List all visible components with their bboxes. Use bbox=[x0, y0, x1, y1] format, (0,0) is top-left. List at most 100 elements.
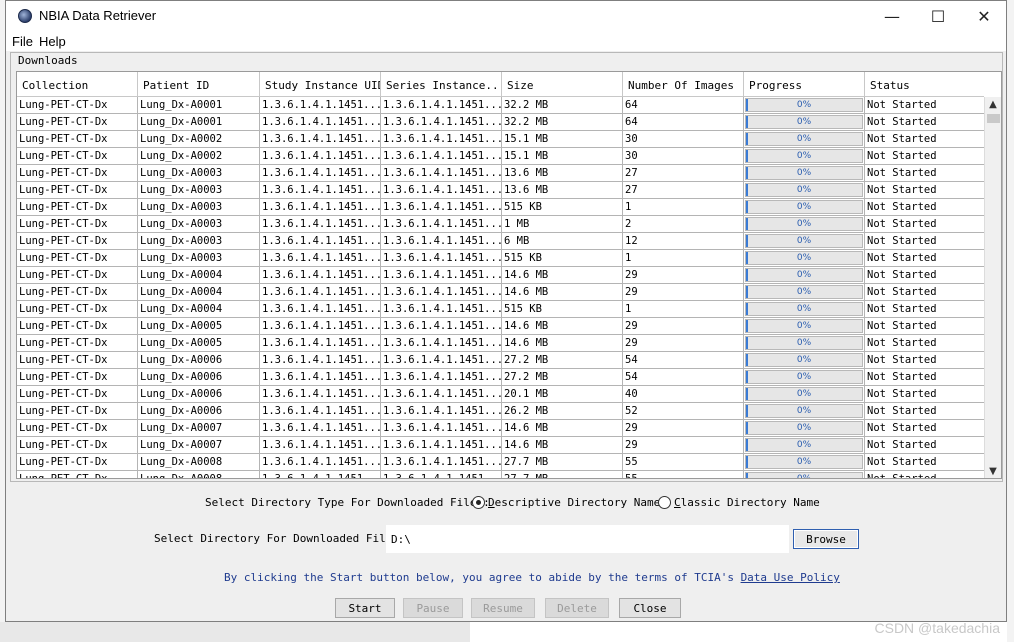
column-header-collection[interactable]: Collection bbox=[17, 72, 138, 97]
data-use-policy-link[interactable]: Data Use Policy bbox=[741, 571, 840, 584]
table-row[interactable]: Lung-PET-CT-Dx Lung_Dx-A0006 1.3.6.1.4.1.1… bbox=[17, 403, 985, 420]
cell-study: 1.3.6.1.4.1.1451... bbox=[260, 420, 381, 437]
table-row[interactable]: Lung-PET-CT-Dx Lung_Dx-A0006 1.3.6.1.4.1.1… bbox=[17, 369, 985, 386]
cell-study: 1.3.6.1.4.1.1451... bbox=[260, 454, 381, 471]
resume-button[interactable]: Resume bbox=[471, 598, 535, 618]
progress-bar: 0% bbox=[745, 455, 863, 469]
cell-status: Not Started bbox=[865, 335, 985, 352]
table-row[interactable]: Lung-PET-CT-Dx Lung_Dx-A0003 1.3.6.1.4.1.1… bbox=[17, 233, 985, 250]
cell-status: Not Started bbox=[865, 403, 985, 420]
table-row[interactable]: Lung-PET-CT-Dx Lung_Dx-A0007 1.3.6.1.4.1.1… bbox=[17, 437, 985, 454]
cell-collection: Lung-PET-CT-Dx bbox=[17, 182, 138, 199]
cell-status: Not Started bbox=[865, 199, 985, 216]
table-row[interactable]: Lung-PET-CT-Dx Lung_Dx-A0007 1.3.6.1.4.1.1… bbox=[17, 420, 985, 437]
cell-collection: Lung-PET-CT-Dx bbox=[17, 114, 138, 131]
progress-percent: 0% bbox=[796, 168, 812, 178]
pause-button[interactable]: Pause bbox=[403, 598, 463, 618]
radio-descriptive-directory[interactable] bbox=[472, 496, 485, 509]
table-row[interactable]: Lung-PET-CT-Dx Lung_Dx-A0001 1.3.6.1.4.1.1… bbox=[17, 97, 985, 114]
cell-size: 14.6 MB bbox=[502, 420, 623, 437]
delete-button[interactable]: Delete bbox=[545, 598, 609, 618]
progress-percent: 0% bbox=[796, 219, 812, 229]
table-row[interactable]: Lung-PET-CT-Dx Lung_Dx-A0006 1.3.6.1.4.1.1… bbox=[17, 386, 985, 403]
column-header-progress[interactable]: Progress bbox=[744, 72, 865, 97]
progress-bar: 0% bbox=[745, 302, 863, 316]
table-row[interactable]: Lung-PET-CT-Dx Lung_Dx-A0005 1.3.6.1.4.1.1… bbox=[17, 335, 985, 352]
table-row[interactable]: Lung-PET-CT-Dx Lung_Dx-A0002 1.3.6.1.4.1.1… bbox=[17, 148, 985, 165]
radio-descriptive-label[interactable]: Descriptive Directory Name bbox=[488, 496, 660, 509]
cell-images: 52 bbox=[623, 403, 744, 420]
progress-percent: 0% bbox=[796, 100, 812, 110]
downloads-panel: Downloads Collection Patient ID Study In… bbox=[10, 52, 1003, 482]
cell-patient: Lung_Dx-A0006 bbox=[138, 352, 260, 369]
radio-classic-directory[interactable] bbox=[658, 496, 671, 509]
column-header-size[interactable]: Size bbox=[502, 72, 623, 97]
cell-study: 1.3.6.1.4.1.1451... bbox=[260, 403, 381, 420]
table-row[interactable]: Lung-PET-CT-Dx Lung_Dx-A0004 1.3.6.1.4.1.1… bbox=[17, 284, 985, 301]
menu-help[interactable]: Help bbox=[39, 34, 66, 49]
vertical-scrollbar[interactable]: ▲ ▼ bbox=[984, 97, 1001, 478]
table-row[interactable]: Lung-PET-CT-Dx Lung_Dx-A0004 1.3.6.1.4.1.1… bbox=[17, 301, 985, 318]
table-row[interactable]: Lung-PET-CT-Dx Lung_Dx-A0003 1.3.6.1.4.1.1… bbox=[17, 216, 985, 233]
window-title: NBIA Data Retriever bbox=[39, 8, 157, 23]
scroll-thumb[interactable] bbox=[987, 114, 1000, 123]
progress-bar: 0% bbox=[745, 166, 863, 180]
cell-patient: Lung_Dx-A0003 bbox=[138, 199, 260, 216]
background-app-strip bbox=[1007, 0, 1014, 642]
progress-percent: 0% bbox=[796, 338, 812, 348]
column-header-study-uid[interactable]: Study Instance UID bbox=[260, 72, 381, 97]
cell-size: 14.6 MB bbox=[502, 437, 623, 454]
cell-size: 1 MB bbox=[502, 216, 623, 233]
table-row[interactable]: Lung-PET-CT-Dx Lung_Dx-A0002 1.3.6.1.4.1.1… bbox=[17, 131, 985, 148]
progress-percent: 0% bbox=[796, 406, 812, 416]
cell-status: Not Started bbox=[865, 318, 985, 335]
table-row[interactable]: Lung-PET-CT-Dx Lung_Dx-A0008 1.3.6.1.4.1.1… bbox=[17, 454, 985, 471]
table-row[interactable]: Lung-PET-CT-Dx Lung_Dx-A0004 1.3.6.1.4.1.1… bbox=[17, 267, 985, 284]
agreement-text: By clicking the Start button below, you … bbox=[224, 571, 840, 584]
maximize-button[interactable]: ☐ bbox=[915, 1, 961, 31]
scroll-up-arrow-icon[interactable]: ▲ bbox=[985, 97, 1001, 113]
cell-status: Not Started bbox=[865, 165, 985, 182]
column-header-status[interactable]: Status bbox=[865, 72, 985, 97]
table-row[interactable]: Lung-PET-CT-Dx Lung_Dx-A0003 1.3.6.1.4.1.1… bbox=[17, 199, 985, 216]
table-row[interactable]: Lung-PET-CT-Dx Lung_Dx-A0006 1.3.6.1.4.1.1… bbox=[17, 352, 985, 369]
cell-images: 54 bbox=[623, 352, 744, 369]
scroll-down-arrow-icon[interactable]: ▼ bbox=[985, 464, 1001, 478]
cell-collection: Lung-PET-CT-Dx bbox=[17, 437, 138, 454]
cell-series: 1.3.6.1.4.1.1451... bbox=[381, 267, 502, 284]
column-header-patient-id[interactable]: Patient ID bbox=[138, 72, 260, 97]
cell-patient: Lung_Dx-A0002 bbox=[138, 148, 260, 165]
table-row[interactable]: Lung-PET-CT-Dx Lung_Dx-A0008 1.3.6.1.4.1.1… bbox=[17, 471, 985, 478]
column-header-number-of-images[interactable]: Number Of Images bbox=[623, 72, 744, 97]
start-button[interactable]: Start bbox=[335, 598, 395, 618]
cell-size: 27.7 MB bbox=[502, 471, 623, 478]
radio-classic-label[interactable]: Classic Directory Name bbox=[674, 496, 820, 509]
table-row[interactable]: Lung-PET-CT-Dx Lung_Dx-A0003 1.3.6.1.4.1.1… bbox=[17, 165, 985, 182]
title-bar[interactable]: NBIA Data Retriever — ☐ ✕ bbox=[6, 1, 1006, 32]
close-window-button[interactable]: ✕ bbox=[961, 1, 1007, 31]
cell-collection: Lung-PET-CT-Dx bbox=[17, 301, 138, 318]
cell-progress: 0% bbox=[744, 454, 865, 471]
cell-progress: 0% bbox=[744, 386, 865, 403]
cell-series: 1.3.6.1.4.1.1451... bbox=[381, 97, 502, 114]
minimize-button[interactable]: — bbox=[869, 1, 915, 31]
cell-series: 1.3.6.1.4.1.1451... bbox=[381, 437, 502, 454]
directory-input[interactable] bbox=[386, 525, 789, 553]
background-app-strip bbox=[0, 622, 470, 642]
cell-status: Not Started bbox=[865, 182, 985, 199]
cell-images: 29 bbox=[623, 420, 744, 437]
cell-images: 30 bbox=[623, 148, 744, 165]
cell-collection: Lung-PET-CT-Dx bbox=[17, 403, 138, 420]
table-header: Collection Patient ID Study Instance UID… bbox=[17, 72, 985, 97]
table-row[interactable]: Lung-PET-CT-Dx Lung_Dx-A0003 1.3.6.1.4.1.1… bbox=[17, 182, 985, 199]
table-row[interactable]: Lung-PET-CT-Dx Lung_Dx-A0005 1.3.6.1.4.1.1… bbox=[17, 318, 985, 335]
progress-bar: 0% bbox=[745, 115, 863, 129]
cell-status: Not Started bbox=[865, 250, 985, 267]
menu-file[interactable]: File bbox=[12, 34, 33, 49]
downloads-label: Downloads bbox=[18, 54, 78, 67]
close-button[interactable]: Close bbox=[619, 598, 681, 618]
table-row[interactable]: Lung-PET-CT-Dx Lung_Dx-A0001 1.3.6.1.4.1.1… bbox=[17, 114, 985, 131]
table-row[interactable]: Lung-PET-CT-Dx Lung_Dx-A0003 1.3.6.1.4.1.1… bbox=[17, 250, 985, 267]
column-header-series-uid[interactable]: Series Instance... bbox=[381, 72, 502, 97]
browse-button[interactable]: Browse bbox=[793, 529, 859, 549]
